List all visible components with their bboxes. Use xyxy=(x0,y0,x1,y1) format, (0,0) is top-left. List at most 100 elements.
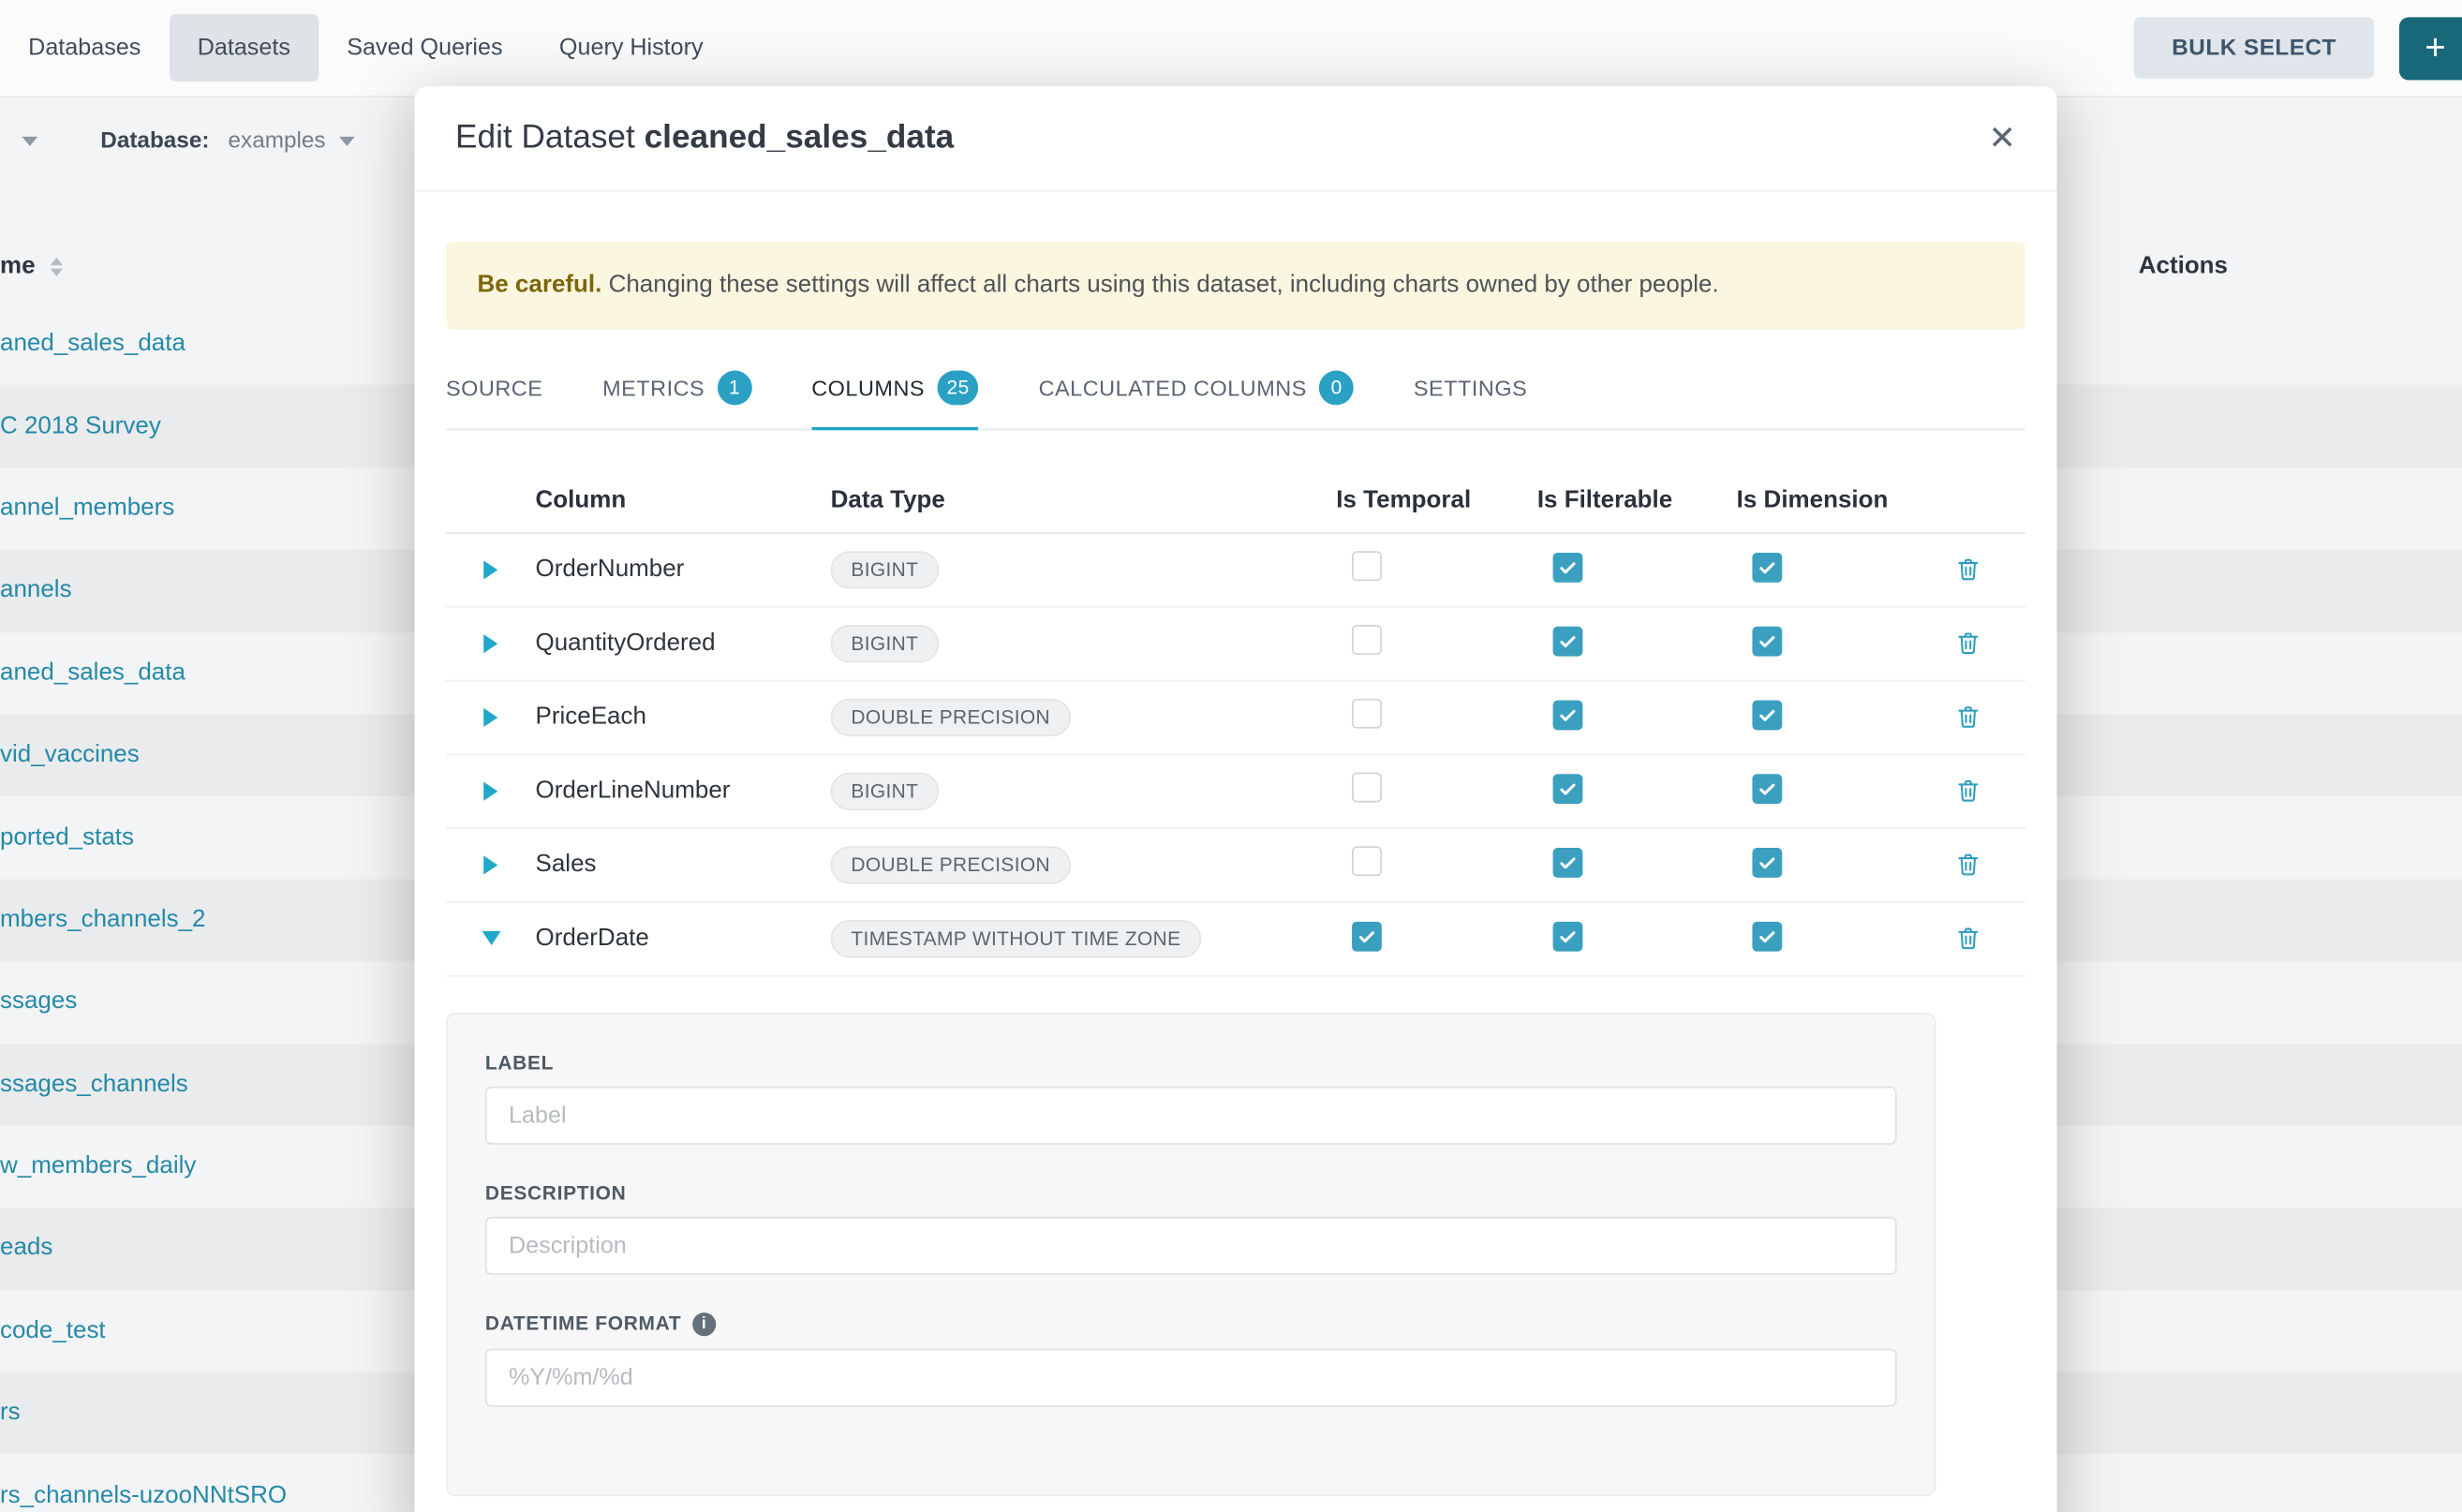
add-button[interactable]: + xyxy=(2399,17,2462,80)
is-temporal-checkbox[interactable] xyxy=(1352,698,1382,728)
delete-column-icon[interactable] xyxy=(1955,852,1981,878)
expand-caret-icon[interactable] xyxy=(483,707,497,726)
expand-caret-icon[interactable] xyxy=(483,855,497,874)
delete-column-icon[interactable] xyxy=(1955,556,1981,583)
is-dimension-checkbox[interactable] xyxy=(1752,553,1782,583)
close-icon[interactable]: ✕ xyxy=(1988,122,2016,155)
dataset-link[interactable]: ssages_channels xyxy=(0,1071,188,1099)
column-row: OrderDateTIMESTAMP WITHOUT TIME ZONE xyxy=(446,902,2025,976)
dataset-link[interactable]: annel_members xyxy=(0,495,174,523)
bulk-select-button[interactable]: BULK SELECT xyxy=(2134,17,2374,78)
warning-text: Changing these settings will affect all … xyxy=(609,272,1719,298)
column-name: OrderNumber xyxy=(536,556,685,582)
top-navigation: DatabasesDatasetsSaved QueriesQuery Hist… xyxy=(0,0,2462,97)
expand-caret-icon[interactable] xyxy=(483,781,497,800)
is-dimension-checkbox[interactable] xyxy=(1752,775,1782,805)
column-header: Column xyxy=(536,487,831,515)
tab-source[interactable]: SOURCE xyxy=(446,348,542,428)
chevron-down-icon[interactable] xyxy=(340,137,356,146)
is-temporal-checkbox[interactable] xyxy=(1352,772,1382,802)
data-type-badge: BIGINT xyxy=(831,551,939,588)
expand-caret-icon[interactable] xyxy=(483,560,497,579)
nav-item-datasets[interactable]: Datasets xyxy=(170,14,319,82)
info-icon[interactable]: i xyxy=(692,1312,716,1336)
dataset-link[interactable]: aned_sales_data xyxy=(0,660,185,688)
nav-item-query-history[interactable]: Query History xyxy=(531,14,732,82)
columns-table: Column Data Type Is Temporal Is Filterab… xyxy=(446,470,2025,976)
expand-caret-icon[interactable] xyxy=(483,634,497,653)
delete-column-icon[interactable] xyxy=(1955,925,1981,951)
is-temporal-checkbox[interactable] xyxy=(1352,922,1382,952)
dataset-link[interactable]: ported_stats xyxy=(0,823,134,852)
nav-item-saved-queries[interactable]: Saved Queries xyxy=(319,14,531,82)
is-filterable-checkbox[interactable] xyxy=(1553,627,1583,657)
dataset-link[interactable]: vid_vaccines xyxy=(0,741,140,769)
columns-table-header: Column Data Type Is Temporal Is Filterab… xyxy=(446,470,2025,533)
data-type-badge: BIGINT xyxy=(831,625,939,662)
chevron-down-icon[interactable] xyxy=(22,137,37,146)
is-dimension-checkbox[interactable] xyxy=(1752,848,1782,878)
is-temporal-checkbox[interactable] xyxy=(1352,551,1382,581)
delete-column-icon[interactable] xyxy=(1955,630,1981,656)
column-row: PriceEachDOUBLE PRECISION xyxy=(446,681,2025,755)
column-name: QuantityOrdered xyxy=(536,630,716,656)
tab-metrics[interactable]: METRICS1 xyxy=(602,348,751,428)
modal-tabs: SOURCE METRICS1 COLUMNS25 CALCULATED COLUMN… xyxy=(446,348,2025,430)
description-field-label: DESCRIPTION xyxy=(485,1182,1897,1204)
is-dimension-header: Is Dimension xyxy=(1737,487,1938,515)
data-type-badge: DOUBLE PRECISION xyxy=(831,846,1071,883)
edit-dataset-modal: Edit Dataset cleaned_sales_data ✕ Be car… xyxy=(414,86,2056,1512)
plus-icon: + xyxy=(2425,26,2446,68)
tab-label: SETTINGS xyxy=(1414,375,1527,400)
modal-title-dataset-name: cleaned_sales_data xyxy=(645,119,955,156)
dataset-link[interactable]: ssages xyxy=(0,988,77,1016)
modal-body: Be careful. Changing these settings will… xyxy=(414,191,2056,1495)
sort-icon[interactable] xyxy=(51,258,63,276)
description-field: DESCRIPTION xyxy=(485,1182,1897,1275)
dataset-link[interactable]: rs xyxy=(0,1400,21,1428)
dataset-link[interactable]: eads xyxy=(0,1235,52,1263)
app: DatabasesDatasetsSaved QueriesQuery Hist… xyxy=(0,0,2462,1512)
tab-label: CALCULATED COLUMNS xyxy=(1039,375,1307,400)
tab-count-badge: 0 xyxy=(1319,370,1354,405)
collapse-caret-icon[interactable] xyxy=(482,931,500,945)
is-filterable-checkbox[interactable] xyxy=(1553,701,1583,731)
dataset-link[interactable]: mbers_channels_2 xyxy=(0,906,206,934)
is-filterable-header: Is Filterable xyxy=(1537,487,1737,515)
database-filter-value[interactable]: examples xyxy=(229,128,326,154)
modal-title-prefix: Edit Dataset xyxy=(455,119,635,156)
dataset-link[interactable]: aned_sales_data xyxy=(0,330,185,358)
dataset-link[interactable]: rs_channels-uzooNNtSRO xyxy=(0,1482,287,1510)
tab-columns[interactable]: COLUMNS25 xyxy=(811,348,979,428)
dataset-link[interactable]: C 2018 Survey xyxy=(0,412,161,440)
data-type-header: Data Type xyxy=(831,487,1337,515)
is-dimension-checkbox[interactable] xyxy=(1752,701,1782,731)
delete-column-icon[interactable] xyxy=(1955,704,1981,730)
tab-calculated-columns[interactable]: CALCULATED COLUMNS 0 xyxy=(1039,348,1355,428)
is-dimension-checkbox[interactable] xyxy=(1752,922,1782,952)
nav-item-databases[interactable]: Databases xyxy=(0,14,170,82)
column-name: OrderLineNumber xyxy=(536,777,731,803)
is-temporal-checkbox[interactable] xyxy=(1352,846,1382,876)
is-filterable-checkbox[interactable] xyxy=(1553,848,1583,878)
delete-column-icon[interactable] xyxy=(1955,778,1981,804)
dataset-link[interactable]: annels xyxy=(0,577,72,605)
column-detail-panel: LABEL DESCRIPTION DATETIME FORMAT i xyxy=(446,1013,1936,1496)
is-temporal-checkbox[interactable] xyxy=(1352,625,1382,655)
is-filterable-checkbox[interactable] xyxy=(1553,922,1583,952)
label-input[interactable] xyxy=(485,1086,1897,1144)
name-column-header[interactable]: me xyxy=(0,253,36,281)
datetime-format-input[interactable] xyxy=(485,1348,1897,1406)
column-row: SalesDOUBLE PRECISION xyxy=(446,828,2025,902)
datetime-format-label: DATETIME FORMAT i xyxy=(485,1312,1897,1336)
description-input[interactable] xyxy=(485,1216,1897,1274)
is-filterable-checkbox[interactable] xyxy=(1553,553,1583,583)
modal-title: Edit Dataset cleaned_sales_data xyxy=(455,119,954,156)
datetime-format-field: DATETIME FORMAT i xyxy=(485,1312,1897,1407)
dataset-link[interactable]: w_members_daily xyxy=(0,1152,196,1180)
is-dimension-checkbox[interactable] xyxy=(1752,627,1782,657)
dataset-link[interactable]: code_test xyxy=(0,1317,106,1345)
tab-settings[interactable]: SETTINGS xyxy=(1414,348,1527,428)
is-filterable-checkbox[interactable] xyxy=(1553,775,1583,805)
warning-bold-text: Be careful. xyxy=(478,272,602,298)
